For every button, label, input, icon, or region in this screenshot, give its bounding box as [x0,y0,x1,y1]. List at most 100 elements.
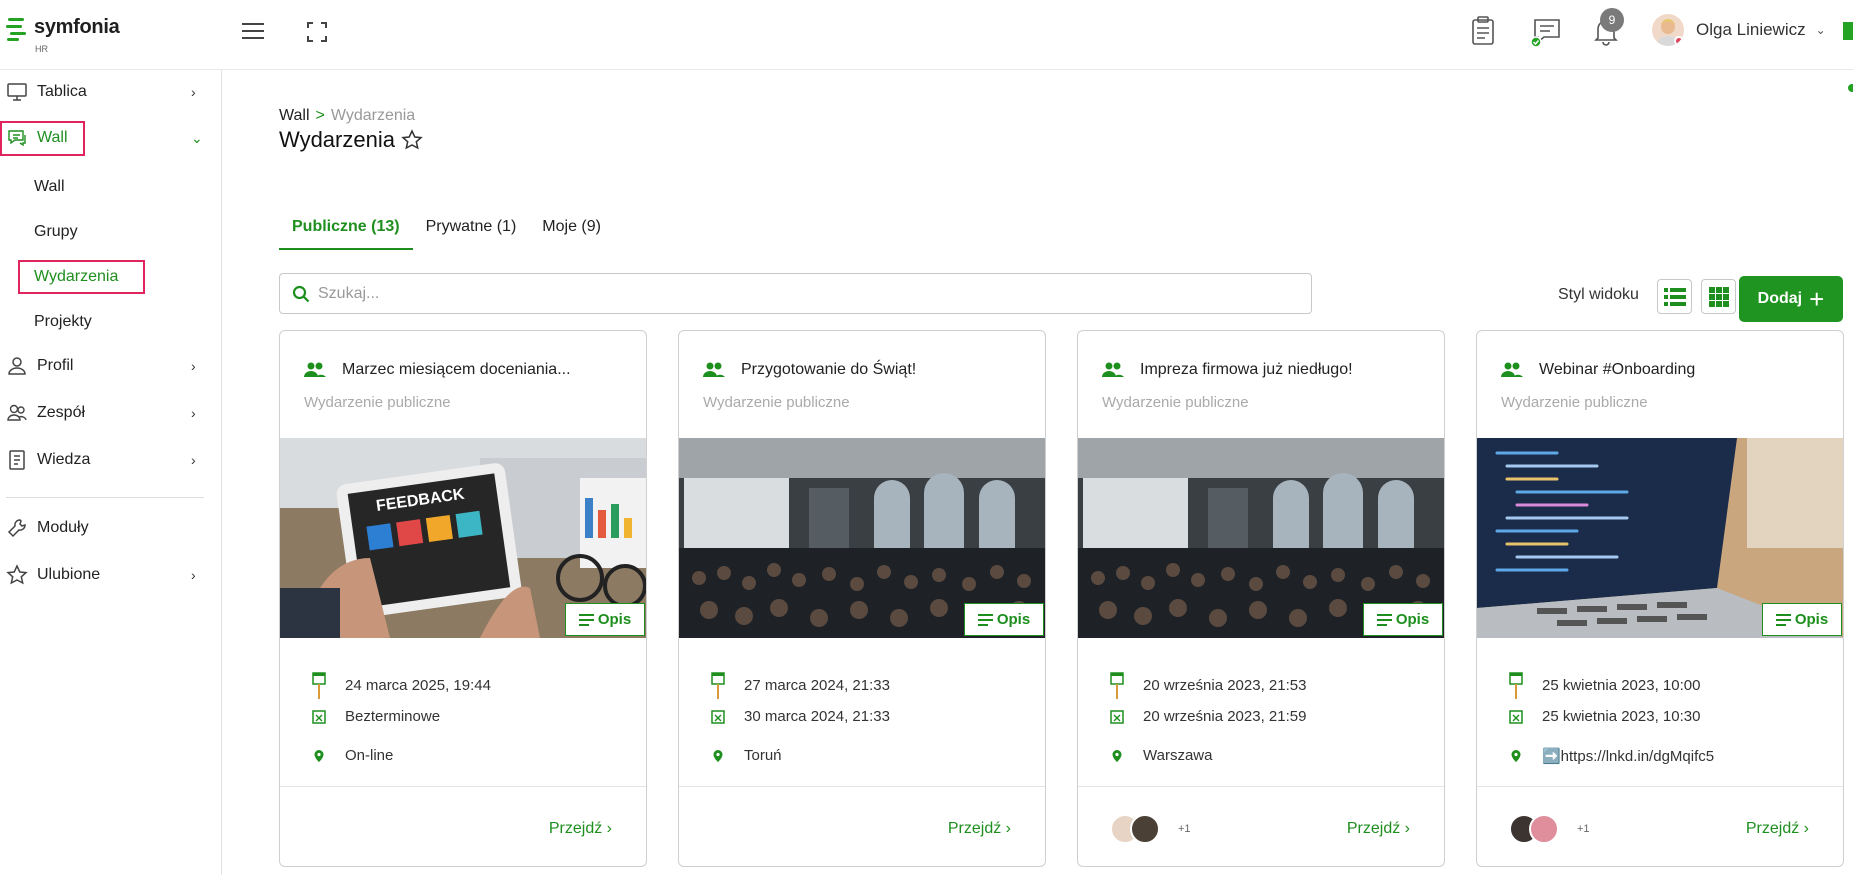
page-title: Wydarzenia [279,127,395,152]
clipboard-icon[interactable] [1466,14,1500,48]
event-end: 30 marca 2024, 21:33 [744,708,890,725]
user-menu[interactable]: Olga Liniewicz ⌄ [1652,14,1826,46]
event-start-row: 24 marca 2025, 19:44 [312,671,491,699]
sidebar-item-ulubione[interactable]: Ulubione › [0,556,222,594]
sidebar-sub-projekty[interactable]: Projekty [34,313,92,331]
event-title[interactable]: Marzec miesiącem doceniania... [342,361,571,379]
event-type: Wydarzenie publiczne [1501,394,1648,411]
opis-button[interactable]: Opis [1363,603,1443,636]
people-icon [304,362,326,377]
grid-apps-icon[interactable] [1843,22,1853,40]
star-icon [6,564,28,585]
opis-label: Opis [1794,611,1829,628]
go-to-event-link[interactable]: Przejdź › [948,820,1011,838]
opis-button[interactable]: Opis [1762,603,1842,636]
event-end-row: 20 września 2023, 21:59 [1110,708,1306,725]
app-sub: HR [35,44,48,54]
event-location-row: Warszawa [1110,747,1212,764]
event-type: Wydarzenie publiczne [703,394,850,411]
breadcrumb-parent[interactable]: Wall [279,107,310,124]
fullscreen-icon[interactable] [305,20,329,44]
grid-view-icon [1708,286,1729,307]
go-to-event-link[interactable]: Przejdź › [1347,820,1410,838]
sidebar-item-profil[interactable]: Profil › [0,347,222,385]
sidebar-divider [6,497,204,498]
event-start-row: 20 września 2023, 21:53 [1110,671,1306,699]
tabs: Publiczne (13) Prywatne (1) Moje (9) [279,214,614,250]
event-title[interactable]: Webinar #Onboarding [1539,361,1695,379]
event-title[interactable]: Impreza firmowa już niedługo! [1140,361,1353,379]
sidebar-sub-grupy[interactable]: Grupy [34,223,78,241]
calendar-end-icon [312,709,326,724]
people-icon [1501,362,1523,377]
event-start: 25 kwietnia 2023, 10:00 [1542,676,1701,694]
chat-icon[interactable] [1530,14,1564,48]
tab-prywatne[interactable]: Prywatne (1) [413,214,530,250]
opis-label: Opis [597,611,632,628]
event-end-row: 25 kwietnia 2023, 10:30 [1509,708,1700,725]
symfonia-logo-icon [6,18,26,41]
view-style-label: Styl widoku [1558,286,1639,303]
app-logo[interactable]: symfonia HR [6,16,120,54]
list-view-button[interactable] [1657,279,1692,314]
event-start: 27 marca 2024, 21:33 [744,676,890,694]
card-divider [1078,786,1444,787]
page-title-wrap: Wydarzenia [279,127,423,153]
participant-avatar [1529,814,1559,844]
tab-moje[interactable]: Moje (9) [529,214,614,250]
grid-view-button[interactable] [1701,279,1736,314]
opis-button[interactable]: Opis [565,603,645,636]
top-bar: symfonia HR 9 Olga Liniewicz ⌄ [0,0,1853,70]
location-pin-icon [1511,750,1521,762]
participants[interactable]: +1 [1110,814,1191,844]
sidebar-item-wiedza[interactable]: Wiedza › [0,441,222,479]
card-divider [1477,786,1843,787]
search-input[interactable] [318,284,1278,303]
people-icon [1102,362,1124,377]
team-icon [7,404,27,421]
opis-label: Opis [996,611,1031,628]
event-end: Bezterminowe [345,708,441,725]
chevron-right-icon: › [191,358,196,374]
go-to-event-link[interactable]: Przejdź › [549,820,612,838]
highlight-box [0,121,85,156]
description-icon [1775,613,1791,626]
add-event-button[interactable]: Dodaj + [1739,276,1843,322]
calendar-start-icon [1110,672,1124,699]
sidebar-label: Profil [37,357,74,374]
event-location[interactable]: ➡️https://lnkd.in/dgMqifc5 [1542,747,1714,765]
event-title[interactable]: Przygotowanie do Świąt! [741,361,916,379]
sidebar-sub-wall[interactable]: Wall [34,178,65,196]
tab-publiczne[interactable]: Publiczne (13) [279,214,413,250]
card-divider [679,786,1045,787]
event-card: Impreza firmowa już niedługo! Wydarzenie… [1077,330,1445,867]
participants[interactable]: +1 [1509,814,1590,844]
location-pin-icon [713,749,723,762]
app-name: symfonia [34,16,120,38]
wrench-icon [7,519,26,538]
go-to-event-link[interactable]: Przejdź › [1746,820,1809,838]
sidebar-label: Ulubione [37,566,101,583]
sidebar-label: Wiedza [37,451,91,468]
opis-label: Opis [1395,611,1430,628]
calendar-end-icon [1110,709,1124,724]
highlight-box [18,260,145,294]
status-dot [1848,84,1853,92]
participant-avatar [1130,814,1160,844]
event-start: 24 marca 2025, 19:44 [345,676,491,694]
hamburger-menu-icon[interactable] [240,20,266,42]
sidebar-item-tablica[interactable]: Tablica › [0,73,222,111]
chevron-down-icon: ⌄ [1815,23,1826,37]
event-end: 20 września 2023, 21:59 [1143,708,1307,725]
participants-more: +1 [1178,823,1191,835]
sidebar-item-moduly[interactable]: Moduły [0,509,222,547]
sidebar-label: Zespół [37,404,86,421]
event-end-row: 30 marca 2024, 21:33 [711,708,890,725]
opis-button[interactable]: Opis [964,603,1044,636]
favorite-star-icon[interactable] [401,129,423,151]
notifications-badge: 9 [1600,8,1624,32]
sidebar-item-zespol[interactable]: Zespół › [0,394,222,432]
participants-more: +1 [1577,823,1590,835]
event-card: Webinar #Onboarding Wydarzenie publiczne… [1476,330,1844,867]
sidebar-label: Moduły [37,519,89,536]
